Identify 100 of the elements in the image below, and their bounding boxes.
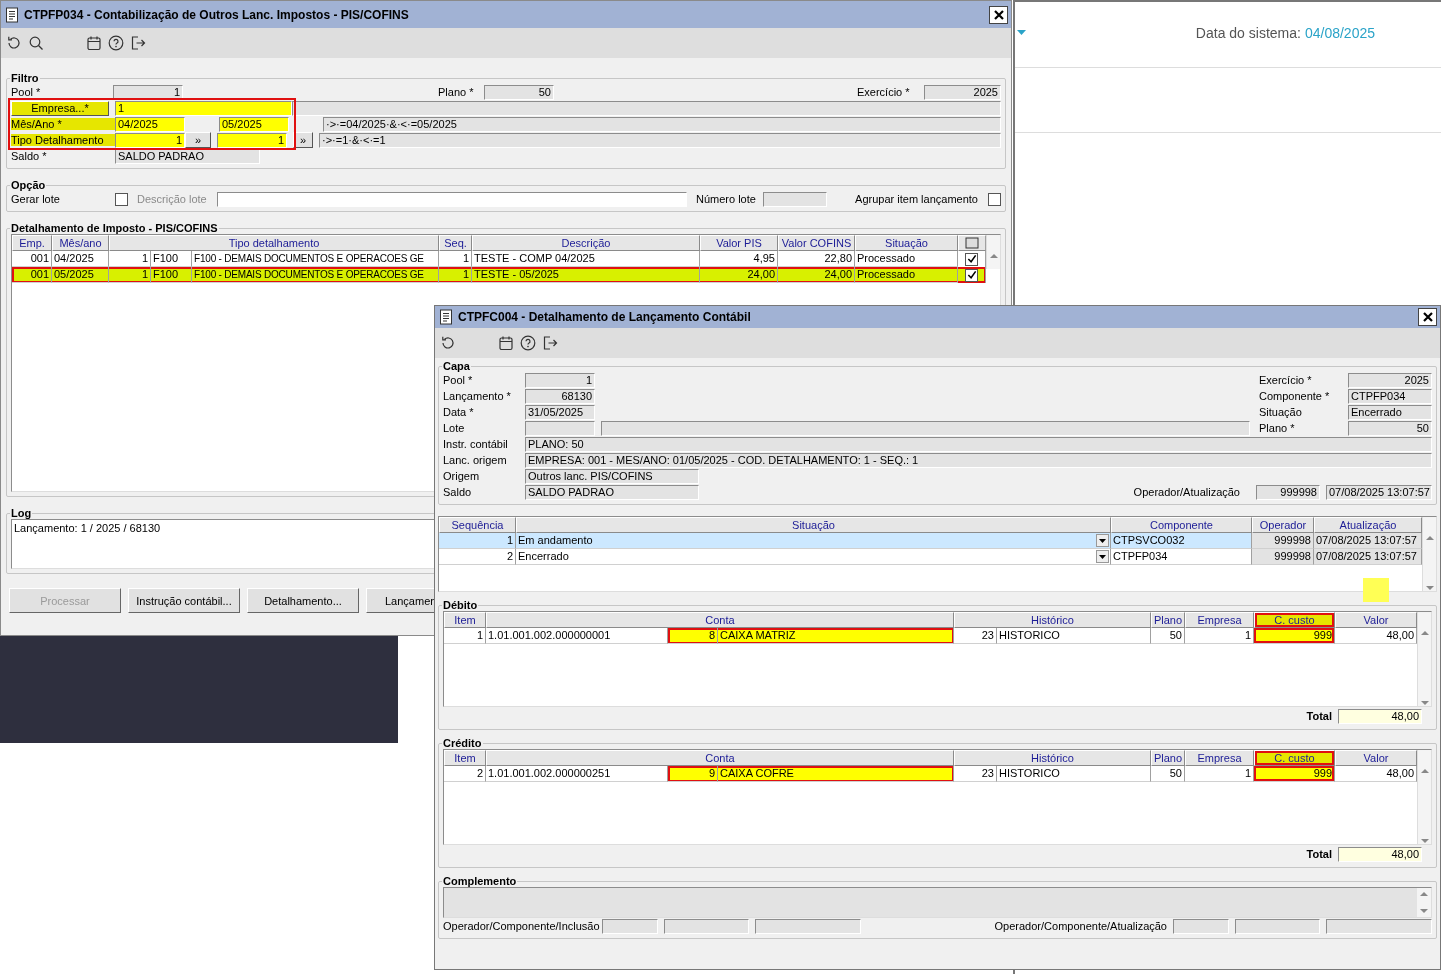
input-field[interactable]: 05/2025 bbox=[219, 116, 289, 132]
scrollbar[interactable] bbox=[1417, 750, 1431, 844]
column-header[interactable]: Empresa bbox=[1185, 612, 1254, 628]
table-row[interactable]: 1 1.01.001.002.000000001 8 CAIXA MATRIZ 23 HISTORICO 50 1 999 48,00 bbox=[444, 628, 1417, 644]
expand-button[interactable]: » bbox=[293, 132, 313, 148]
input-field[interactable]: 50 bbox=[1348, 420, 1432, 436]
scrollbar[interactable] bbox=[1417, 888, 1431, 917]
column-header[interactable]: C. custo bbox=[1254, 750, 1335, 766]
action-button[interactable]: Detalhamento... bbox=[247, 588, 359, 613]
column-header[interactable]: Empresa bbox=[1185, 750, 1254, 766]
search-icon[interactable] bbox=[28, 35, 44, 51]
input-field[interactable]: 1 bbox=[115, 100, 292, 116]
input-field[interactable] bbox=[217, 191, 687, 207]
refresh-icon[interactable] bbox=[6, 35, 22, 51]
checkbox[interactable] bbox=[965, 268, 978, 282]
input-field[interactable]: 07/08/2025 13:07:57 bbox=[1326, 484, 1432, 500]
column-header[interactable]: C. custo bbox=[1254, 612, 1335, 628]
column-header[interactable]: Valor bbox=[1335, 612, 1417, 628]
column-header[interactable]: Atualização bbox=[1314, 517, 1422, 533]
total-field[interactable]: 48,00 bbox=[1338, 846, 1422, 862]
table-row[interactable]: 001 05/2025 1 F100 F100 - DEMAIS DOCUMENTOS E OPERACOES GE 1 TESTE - 05/2025 24,00 24,00 Processado bbox=[12, 267, 986, 283]
input-field[interactable]: 2025 bbox=[1348, 372, 1432, 388]
table-cell: 999 bbox=[1254, 766, 1335, 782]
scrollbar[interactable] bbox=[1417, 612, 1431, 706]
column-header[interactable]: Descrição bbox=[472, 235, 700, 251]
dropdown[interactable]: Encerrado bbox=[516, 549, 1111, 565]
calendar-icon[interactable] bbox=[498, 335, 514, 351]
checkbox[interactable] bbox=[115, 192, 128, 206]
input-field[interactable] bbox=[664, 918, 749, 934]
input-field[interactable] bbox=[763, 191, 827, 207]
column-header[interactable]: Plano bbox=[1151, 750, 1185, 766]
column-header[interactable]: Conta bbox=[486, 612, 954, 628]
input-field[interactable]: ·>·=04/2025·&·<·=05/2025 bbox=[323, 116, 1001, 132]
scrollbar[interactable] bbox=[986, 235, 1000, 269]
column-header[interactable]: Sequência bbox=[439, 517, 516, 533]
exit-icon[interactable] bbox=[542, 335, 558, 351]
input-field[interactable]: 04/2025 bbox=[115, 116, 185, 132]
column-header[interactable]: Operador bbox=[1252, 517, 1314, 533]
refresh-icon[interactable] bbox=[440, 335, 456, 351]
action-button[interactable]: Lançamen bbox=[366, 588, 434, 613]
checkbox[interactable] bbox=[988, 192, 1001, 206]
scrollbar[interactable] bbox=[1422, 517, 1436, 591]
input-field[interactable]: PLANO: 50 bbox=[525, 436, 1432, 452]
input-field[interactable]: 50 bbox=[484, 84, 554, 100]
checkbox[interactable] bbox=[965, 252, 978, 266]
input-field[interactable] bbox=[1326, 918, 1432, 934]
column-header[interactable]: Histórico bbox=[954, 612, 1151, 628]
input-field[interactable] bbox=[1235, 918, 1320, 934]
column-header[interactable]: Item bbox=[444, 750, 486, 766]
input-field[interactable]: CTPFP034 bbox=[1348, 388, 1432, 404]
action-button[interactable]: Instrução contábil... bbox=[128, 588, 240, 613]
input-field[interactable] bbox=[602, 918, 658, 934]
input-field[interactable]: 1 bbox=[217, 132, 287, 148]
exit-icon[interactable] bbox=[130, 35, 146, 51]
table-row[interactable]: 2 Encerrado CTPFP034 999998 07/08/2025 13:07:57 bbox=[439, 549, 1422, 565]
column-header[interactable]: Situação bbox=[855, 235, 958, 251]
column-header[interactable]: Plano bbox=[1151, 612, 1185, 628]
input-field[interactable]: ·>·=1·&·<·=1 bbox=[319, 132, 1001, 148]
column-header[interactable]: Tipo detalhamento bbox=[109, 235, 439, 251]
input-field[interactable]: SALDO PADRAO bbox=[525, 484, 699, 500]
expand-button[interactable]: » bbox=[185, 132, 211, 148]
input-field[interactable] bbox=[1173, 918, 1229, 934]
close-button[interactable] bbox=[1418, 308, 1437, 326]
column-header[interactable]: Valor PIS bbox=[700, 235, 778, 251]
help-icon[interactable] bbox=[108, 35, 124, 51]
total-field[interactable]: 48,00 bbox=[1338, 708, 1422, 724]
table-row[interactable]: 1 Em andamento CTPSVCO032 999998 07/08/2025 13:07:57 bbox=[439, 533, 1422, 549]
column-header[interactable]: Emp. bbox=[12, 235, 52, 251]
column-header[interactable]: Valor bbox=[1335, 750, 1417, 766]
column-header[interactable]: Mês/ano bbox=[52, 235, 109, 251]
dropdown-caret-icon bbox=[1099, 554, 1106, 559]
input-field[interactable] bbox=[755, 918, 861, 934]
column-header[interactable]: Componente bbox=[1111, 517, 1252, 533]
input-field[interactable]: 31/05/2025 bbox=[525, 404, 595, 420]
empresa-button[interactable]: Empresa...* bbox=[11, 100, 109, 116]
input-field[interactable]: EMPRESA: 001 - MES/ANO: 01/05/2025 - COD. DETALHAMENTO: 1 - SEQ.: 1 bbox=[525, 452, 1432, 468]
input-field[interactable]: 2025 bbox=[924, 84, 1001, 100]
close-button[interactable] bbox=[989, 5, 1008, 24]
column-header[interactable]: Seq. bbox=[439, 235, 472, 251]
column-header[interactable]: Item bbox=[444, 612, 486, 628]
input-field[interactable] bbox=[525, 420, 595, 436]
table-row[interactable]: 2 1.01.001.002.000000251 9 CAIXA COFRE 23 HISTORICO 50 1 999 48,00 bbox=[444, 766, 1417, 782]
table-cell: TESTE - 05/2025 bbox=[472, 267, 700, 283]
table-row[interactable]: 001 04/2025 1 F100 F100 - DEMAIS DOCUMENTOS E OPERACOES GE 1 TESTE - COMP 04/2025 4,95 22,80 Processado bbox=[12, 251, 986, 267]
input-field[interactable]: 999998 bbox=[1256, 484, 1320, 500]
text-area[interactable] bbox=[443, 887, 1432, 918]
help-icon[interactable] bbox=[520, 335, 536, 351]
column-header[interactable]: Conta bbox=[486, 750, 954, 766]
column-header[interactable]: Histórico bbox=[954, 750, 1151, 766]
input-field[interactable]: 68130 bbox=[525, 388, 595, 404]
column-header[interactable]: Situação bbox=[516, 517, 1111, 533]
input-field[interactable]: 1 bbox=[525, 372, 595, 388]
calendar-icon[interactable] bbox=[86, 35, 102, 51]
column-header[interactable] bbox=[958, 235, 986, 251]
input-field[interactable] bbox=[601, 420, 1250, 436]
close-icon bbox=[992, 8, 1005, 21]
input-field[interactable]: Outros lanc. PIS/COFINS bbox=[525, 468, 699, 484]
input-field[interactable]: 1 bbox=[115, 132, 185, 148]
input-field[interactable]: Encerrado bbox=[1348, 404, 1432, 420]
column-header[interactable]: Valor COFINS bbox=[778, 235, 855, 251]
